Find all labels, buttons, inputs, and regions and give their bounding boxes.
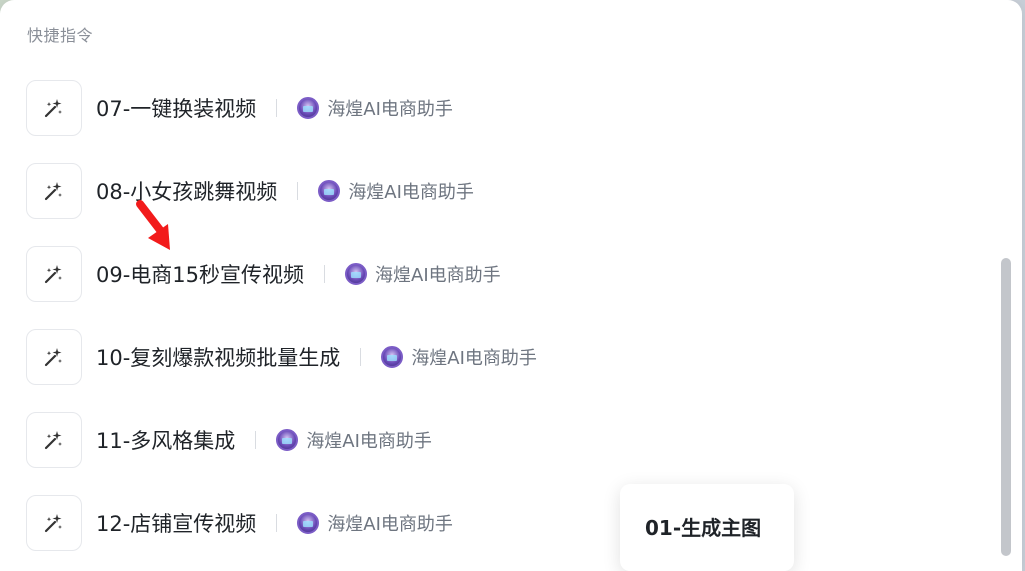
author-badge: 海煌AI电商助手 xyxy=(345,261,501,287)
divider xyxy=(276,513,278,532)
divider xyxy=(297,181,299,200)
author-badge: 海煌AI电商助手 xyxy=(297,95,453,121)
sparkle-wand-icon xyxy=(26,162,82,219)
author-badge: 海煌AI电商助手 xyxy=(297,510,453,536)
sparkle-wand-icon xyxy=(26,411,82,468)
shortcut-item-10[interactable]: 10-复刻爆款视频批量生成 海煌AI电商助手 xyxy=(0,315,990,398)
avatar xyxy=(318,179,341,202)
shortcut-name: 07-一键换装视频 xyxy=(96,96,257,121)
divider xyxy=(255,430,257,449)
author-badge: 海煌AI电商助手 xyxy=(318,178,474,204)
avatar xyxy=(297,96,320,119)
author-name: 海煌AI电商助手 xyxy=(327,513,453,535)
shortcut-item-11[interactable]: 11-多风格集成 海煌AI电商助手 xyxy=(0,398,990,481)
avatar xyxy=(276,428,299,451)
shortcut-name: 10-复刻爆款视频批量生成 xyxy=(96,345,341,370)
author-name: 海煌AI电商助手 xyxy=(375,264,501,286)
divider xyxy=(324,264,326,283)
author-name: 海煌AI电商助手 xyxy=(327,98,453,120)
sparkle-wand-icon xyxy=(26,494,82,551)
avatar xyxy=(297,511,320,534)
shortcut-name: 12-店铺宣传视频 xyxy=(96,511,257,536)
hover-tooltip: 01-生成主图 xyxy=(620,484,794,571)
shortcut-name: 08-小女孩跳舞视频 xyxy=(96,179,278,204)
sparkle-wand-icon xyxy=(26,245,82,302)
avatar xyxy=(345,262,368,285)
avatar xyxy=(381,345,404,368)
sparkle-wand-icon xyxy=(26,328,82,385)
shortcut-item-12[interactable]: 12-店铺宣传视频 海煌AI电商助手 xyxy=(0,481,990,564)
section-title: 快捷指令 xyxy=(27,26,94,45)
author-name: 海煌AI电商助手 xyxy=(348,181,474,203)
author-name: 海煌AI电商助手 xyxy=(306,430,432,452)
author-badge: 海煌AI电商助手 xyxy=(276,427,432,453)
divider xyxy=(276,98,278,117)
author-badge: 海煌AI电商助手 xyxy=(381,344,537,370)
scrollbar-thumb[interactable] xyxy=(1001,258,1011,556)
shortcut-panel: 快捷指令 07-一键换装视频 海煌AI电商助手 08-小女孩跳舞视频 海煌AI电… xyxy=(0,0,1022,571)
red-arrow-icon xyxy=(136,200,170,250)
shortcut-item-07[interactable]: 07-一键换装视频 海煌AI电商助手 xyxy=(0,66,990,149)
author-name: 海煌AI电商助手 xyxy=(411,347,537,369)
shortcut-name: 11-多风格集成 xyxy=(96,428,236,453)
shortcut-name: 09-电商15秒宣传视频 xyxy=(96,262,305,287)
divider xyxy=(360,347,362,366)
shortcut-list: 07-一键换装视频 海煌AI电商助手 08-小女孩跳舞视频 海煌AI电商助手 0… xyxy=(0,66,990,564)
sparkle-wand-icon xyxy=(26,79,82,136)
